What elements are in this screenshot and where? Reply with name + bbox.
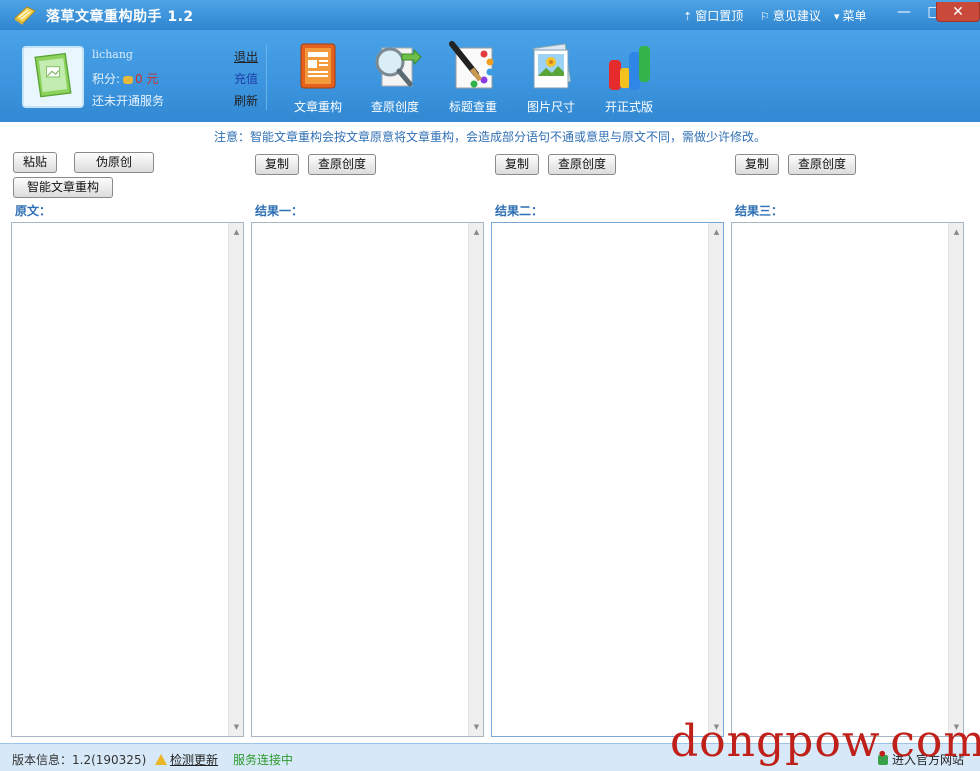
- result-3-scrollbar[interactable]: ▲ ▼: [948, 223, 963, 736]
- copy-result-2-button[interactable]: 复制: [495, 154, 540, 175]
- menu-label: 菜单: [842, 9, 867, 23]
- copy-result-3-button[interactable]: 复制: [735, 154, 780, 175]
- watermark: dongpow.com: [670, 716, 980, 767]
- feedback-label: 意见建议: [772, 9, 821, 23]
- version-info: 版本信息：1.2(190325): [12, 753, 147, 767]
- scroll-down-icon[interactable]: ▼: [229, 720, 244, 734]
- service-status: 还未开通服务: [92, 94, 165, 108]
- magnifier-icon: [375, 47, 422, 87]
- notice-text: 注意：智能文章重构会按文章原意将文章重构，会造成部分语句不通或意思与原文不同，需…: [213, 130, 766, 144]
- pin-window-button[interactable]: ⇡ 窗口置顶: [683, 7, 743, 24]
- pin-icon: ⇡: [683, 10, 693, 23]
- flag-icon: ⚐: [760, 10, 770, 23]
- menu-down-icon: ▾: [834, 10, 840, 23]
- refresh-link[interactable]: 刷新: [234, 92, 258, 109]
- source-textarea[interactable]: ▲ ▼: [11, 222, 244, 737]
- result-1-scrollbar[interactable]: ▲ ▼: [468, 223, 483, 736]
- colorful-bars-icon: [609, 46, 650, 90]
- tool-upgrade-full-version[interactable]: 开正式版: [597, 40, 661, 116]
- connection-status: 服务连接中: [233, 753, 294, 767]
- result-1-label: 结果一：: [255, 204, 304, 218]
- tool-label: 开正式版: [604, 100, 653, 114]
- points-value: 0: [135, 72, 143, 86]
- main-panel: 注意：智能文章重构会按文章原意将文章重构，会造成部分语句不通或意思与原文不同，需…: [0, 122, 980, 743]
- tool-label: 文章重构: [293, 100, 342, 114]
- tool-label: 图片尺寸: [526, 100, 575, 114]
- scroll-up-icon[interactable]: ▲: [949, 225, 964, 239]
- coin-icon: [123, 76, 134, 84]
- result-2-label: 结果二：: [495, 204, 544, 218]
- pin-window-label: 窗口置顶: [695, 9, 744, 23]
- user-name: lichang: [92, 48, 133, 61]
- tool-label: 标题查重: [448, 100, 497, 114]
- result-2-scrollbar[interactable]: ▲ ▼: [708, 223, 723, 736]
- brush-palette-icon: [449, 41, 494, 89]
- close-button[interactable]: ✕: [936, 2, 980, 22]
- tool-article-restructure[interactable]: 文章重构: [286, 40, 350, 116]
- check-originality-2-button[interactable]: 查原创度: [548, 154, 617, 175]
- smart-restructure-button[interactable]: 智能文章重构: [13, 177, 114, 198]
- app-logo-icon: [14, 6, 36, 25]
- result-3-textarea[interactable]: ▲ ▼: [731, 222, 964, 737]
- tool-label: 查原创度: [370, 100, 419, 114]
- feedback-button[interactable]: ⚐ 意见建议: [760, 7, 821, 24]
- document-icon: [300, 43, 336, 89]
- points-info: 积分: 0 元: [92, 70, 159, 87]
- scroll-up-icon[interactable]: ▲: [709, 225, 724, 239]
- title-bar: 落草文章重构助手 1.2 ⇡ 窗口置顶 ⚐ 意见建议 ▾ 菜单 — □ ✕: [0, 0, 980, 30]
- check-originality-3-button[interactable]: 查原创度: [788, 154, 857, 175]
- warning-icon: [155, 754, 167, 765]
- check-originality-1-button[interactable]: 查原创度: [308, 154, 377, 175]
- header-divider: [266, 44, 267, 110]
- minimize-button[interactable]: —: [890, 2, 918, 22]
- paste-button[interactable]: 粘贴: [13, 152, 58, 173]
- tool-image-size[interactable]: 图片尺寸: [519, 40, 583, 116]
- menu-button[interactable]: ▾ 菜单: [834, 7, 867, 24]
- copy-result-1-button[interactable]: 复制: [255, 154, 300, 175]
- picture-icon: [532, 43, 572, 89]
- app-title: 落草文章重构助手 1.2: [46, 9, 194, 25]
- tool-check-originality[interactable]: 查原创度: [363, 40, 427, 116]
- check-update-label: 检测更新: [170, 753, 219, 767]
- check-update-link[interactable]: 检测更新: [155, 751, 218, 768]
- header-panel: lichang 积分: 0 元 还未开通服务 退出 充值 刷新 文章重构 查原创度: [0, 30, 980, 122]
- logout-link[interactable]: 退出: [234, 48, 258, 65]
- points-label: 积分:: [92, 72, 121, 86]
- source-scrollbar[interactable]: ▲ ▼: [228, 223, 243, 736]
- result-1-textarea[interactable]: ▲ ▼: [251, 222, 484, 737]
- points-unit: 元: [146, 72, 159, 86]
- result-2-textarea[interactable]: ▲ ▼: [491, 222, 724, 737]
- pseudo-original-button[interactable]: 伪原创: [74, 152, 155, 173]
- scroll-down-icon[interactable]: ▼: [469, 720, 484, 734]
- recharge-link[interactable]: 充值: [234, 70, 258, 87]
- tool-title-duplicate-check[interactable]: 标题查重: [441, 40, 505, 116]
- source-label: 原文：: [15, 204, 52, 218]
- scroll-up-icon[interactable]: ▲: [469, 225, 484, 239]
- avatar: [22, 46, 84, 108]
- result-3-label: 结果三：: [735, 204, 784, 218]
- scroll-up-icon[interactable]: ▲: [229, 225, 244, 239]
